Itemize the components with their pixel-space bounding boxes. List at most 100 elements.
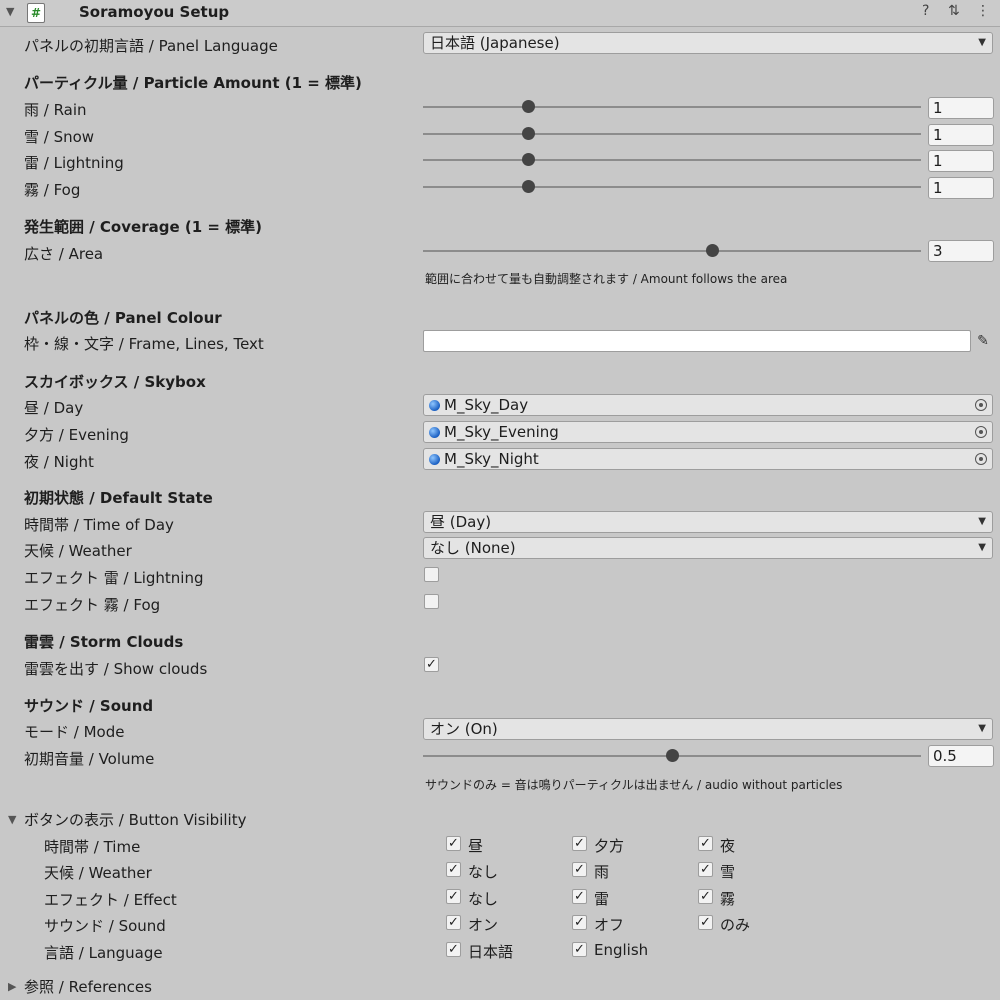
sound-mode-dropdown[interactable]: オン (On) ▼	[423, 718, 993, 740]
area-value-field[interactable]: 3	[928, 240, 994, 262]
skybox-night-label: 夜 / Night	[24, 453, 94, 471]
skybox-evening-label: 夕方 / Evening	[24, 426, 129, 444]
bv-weather-none-label: なし	[468, 863, 499, 881]
colour-field[interactable]	[423, 330, 971, 352]
help-icon[interactable]: ?	[922, 3, 929, 19]
slider-track	[423, 133, 921, 135]
slider-thumb[interactable]	[521, 127, 535, 140]
object-picker-icon[interactable]	[975, 453, 987, 465]
bv-sound-on-checkbox[interactable]: ✓	[446, 915, 461, 930]
chevron-down-icon: ▼	[978, 542, 986, 553]
rain-slider[interactable]	[423, 97, 921, 117]
slider-track	[423, 186, 921, 188]
references-heading[interactable]: 参照 / References	[24, 976, 152, 997]
area-hint: 範囲に合わせて量も自動調整されます / Amount follows the a…	[425, 272, 788, 286]
volume-slider[interactable]	[423, 746, 921, 766]
slider-track	[423, 159, 921, 161]
bv-effect-none-label: なし	[468, 890, 499, 908]
script-icon: #	[27, 3, 45, 23]
sound-mode-value: オン (On)	[430, 720, 498, 738]
sound-mode-label: モード / Mode	[24, 723, 125, 741]
show-clouds-label: 雷雲を出す / Show clouds	[24, 660, 208, 678]
slider-thumb[interactable]	[705, 244, 719, 257]
bv-time-evening-checkbox[interactable]: ✓	[572, 836, 587, 851]
chevron-down-icon: ▼	[978, 516, 986, 527]
storm-heading: 雷雲 / Storm Clouds	[24, 633, 184, 651]
bv-time-night-checkbox[interactable]: ✓	[698, 836, 713, 851]
kebab-menu-icon[interactable]: ⋮	[976, 3, 990, 19]
bv-weather-rain-checkbox[interactable]: ✓	[572, 862, 587, 877]
lightning-value-field[interactable]: 1	[928, 150, 994, 172]
weather-value: なし (None)	[430, 539, 516, 557]
object-picker-icon[interactable]	[975, 399, 987, 411]
bv-effect-label: エフェクト / Effect	[44, 891, 177, 909]
area-label: 広さ / Area	[24, 245, 104, 263]
material-icon	[429, 400, 440, 411]
bv-weather-label: 天候 / Weather	[44, 864, 152, 882]
volume-value-field[interactable]: 0.5	[928, 745, 994, 767]
collapse-arrow-icon[interactable]: ▼	[6, 5, 14, 18]
time-of-day-dropdown[interactable]: 昼 (Day) ▼	[423, 511, 993, 533]
snow-value-field[interactable]: 1	[928, 124, 994, 146]
skybox-night-field[interactable]: M_Sky_Night	[423, 448, 993, 470]
bv-language-ja-label: 日本語	[468, 943, 514, 961]
bv-effect-lightning-checkbox[interactable]: ✓	[572, 889, 587, 904]
panel-language-value: 日本語 (Japanese)	[430, 34, 560, 52]
bv-sound-only-label: のみ	[720, 916, 751, 934]
bv-effect-none-checkbox[interactable]: ✓	[446, 889, 461, 904]
panel-language-dropdown[interactable]: 日本語 (Japanese) ▼	[423, 32, 993, 54]
object-picker-icon[interactable]	[975, 426, 987, 438]
bv-time-day-checkbox[interactable]: ✓	[446, 836, 461, 851]
coverage-heading: 発生範囲 / Coverage (1 = 標準)	[24, 218, 263, 236]
effect-fog-checkbox[interactable]	[424, 594, 439, 609]
panel-language-label: パネルの初期言語 / Panel Language	[24, 37, 278, 55]
snow-slider[interactable]	[423, 124, 921, 144]
preset-icon[interactable]: ⇅	[948, 3, 960, 19]
eyedropper-icon[interactable]: ✎	[973, 330, 993, 352]
foldout-open-icon[interactable]: ▼	[8, 813, 16, 826]
slider-thumb[interactable]	[521, 100, 535, 113]
chevron-down-icon: ▼	[978, 37, 986, 48]
chevron-down-icon: ▼	[978, 723, 986, 734]
skybox-day-field[interactable]: M_Sky_Day	[423, 394, 993, 416]
bv-language-label: 言語 / Language	[44, 944, 163, 962]
sound-heading: サウンド / Sound	[24, 697, 154, 715]
bv-weather-none-checkbox[interactable]: ✓	[446, 862, 461, 877]
bv-time-label: 時間帯 / Time	[44, 838, 141, 856]
fog-slider[interactable]	[423, 177, 921, 197]
bv-weather-snow-label: 雪	[720, 863, 736, 881]
lightning-slider[interactable]	[423, 150, 921, 170]
foldout-closed-icon[interactable]: ▶	[8, 980, 16, 993]
button-visibility-heading[interactable]: ボタンの表示 / Button Visibility	[24, 809, 246, 830]
bv-time-night-label: 夜	[720, 837, 736, 855]
weather-dropdown[interactable]: なし (None) ▼	[423, 537, 993, 559]
bv-language-en-checkbox[interactable]: ✓	[572, 942, 587, 957]
panel-colour-heading: パネルの色 / Panel Colour	[24, 309, 222, 327]
skybox-evening-value: M_Sky_Evening	[444, 423, 559, 441]
slider-track	[423, 106, 921, 108]
area-slider[interactable]	[423, 241, 921, 261]
bv-sound-off-checkbox[interactable]: ✓	[572, 915, 587, 930]
bv-effect-lightning-label: 雷	[594, 890, 610, 908]
bv-language-ja-checkbox[interactable]: ✓	[446, 942, 461, 957]
fog-value-field[interactable]: 1	[928, 177, 994, 199]
slider-thumb[interactable]	[521, 180, 535, 193]
bv-language-en-label: English	[594, 941, 649, 959]
skybox-evening-field[interactable]: M_Sky_Evening	[423, 421, 993, 443]
rain-value-field[interactable]: 1	[928, 97, 994, 119]
volume-label: 初期音量 / Volume	[24, 750, 155, 768]
bv-weather-snow-checkbox[interactable]: ✓	[698, 862, 713, 877]
weather-label: 天候 / Weather	[24, 542, 132, 560]
effect-lightning-checkbox[interactable]	[424, 567, 439, 582]
slider-track	[423, 250, 921, 252]
fog-label: 霧 / Fog	[24, 181, 81, 199]
slider-thumb[interactable]	[521, 153, 535, 166]
bv-effect-fog-checkbox[interactable]: ✓	[698, 889, 713, 904]
snow-label: 雪 / Snow	[24, 128, 95, 146]
bv-sound-label: サウンド / Sound	[44, 917, 166, 935]
default-state-heading: 初期状態 / Default State	[24, 489, 213, 507]
show-clouds-checkbox[interactable]: ✓	[424, 657, 439, 672]
bv-sound-only-checkbox[interactable]: ✓	[698, 915, 713, 930]
slider-thumb[interactable]	[666, 749, 679, 762]
bv-sound-off-label: オフ	[594, 916, 625, 934]
